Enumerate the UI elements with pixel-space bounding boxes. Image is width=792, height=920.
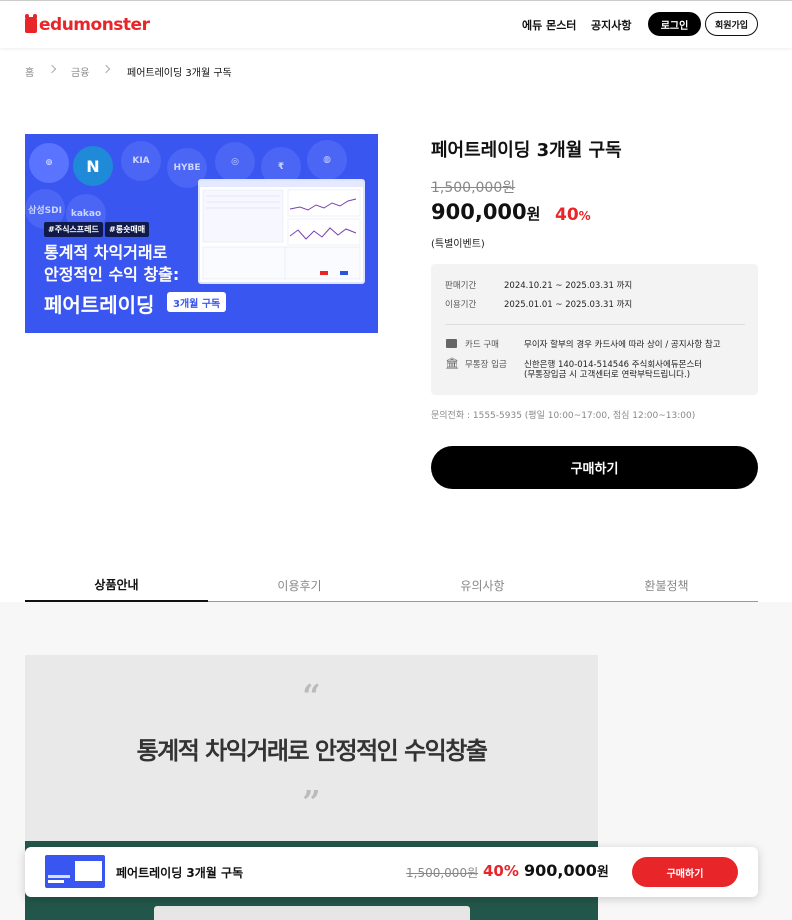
sticky-buy-button[interactable]: 구매하기 [632,857,738,887]
sticky-title: 페어트레이딩 3개월 구독 [116,866,244,880]
logo-text: edumonster [39,15,150,35]
brand-logo-icon: ◎ [215,142,255,182]
close-quote-icon: ” [302,783,321,821]
tab-refund-policy[interactable]: 환불정책 [575,568,758,602]
bank-label: 무통장 입금 [465,360,507,370]
brand-logo-icon: ◍ [307,140,347,180]
tab-bar: 상품안내 이용후기 유의사항 환불정책 [25,568,758,602]
content-headline: 통계적 차익거래로 안정적인 수익창출 [136,737,488,765]
buy-button[interactable]: 구매하기 [431,446,758,489]
thumbnail-image-icon [48,861,102,883]
card-value: 무이자 할부의 경우 카드사에 따라 상이 / 공지사항 참고 [524,340,721,350]
hero-line-1: 통계적 차익거래로 [44,243,168,262]
discount-unit: % [578,209,591,223]
logo[interactable]: edumonster [25,14,150,36]
purchase-info-box: 판매기간 2024.10.21 ~ 2025.03.31 까지 이용기간 202… [431,264,758,395]
tab-notices[interactable]: 유의사항 [391,568,574,602]
sticky-thumbnail [45,855,105,888]
nav-edumonster[interactable]: 에듀 몬스터 [522,17,576,33]
nav-notice[interactable]: 공지사항 [591,17,631,33]
sale-price-amount: 900,000 [431,200,527,224]
info-divider [445,324,745,325]
use-period-value: 2025.01.01 ~ 2025.03.31 까지 [504,300,633,310]
tab-product-info[interactable]: 상품안내 [25,568,208,602]
use-period-label: 이용기간 [445,300,477,310]
discount-rate: 40% [555,205,591,225]
monster-logo-icon [25,14,37,33]
join-button[interactable]: 회원가입 [705,12,758,36]
product-title: 페어트레이딩 3개월 구독 [431,140,622,161]
original-price: 1,500,000원 [431,180,516,196]
sticky-price: 900,000원 [524,861,609,880]
hero-tag: #주식스프레드 [44,222,103,237]
discount-value: 40 [555,205,579,225]
hero-badge: 3개월 구독 [167,292,227,312]
sale-price-unit: 원 [526,205,541,223]
bank-note: (무통장입금 시 고객센터로 연락부탁드립니다.) [524,370,691,380]
breadcrumb-current: 페어트레이딩 3개월 구독 [127,68,232,79]
breadcrumb-finance[interactable]: 금융 [71,64,89,79]
trading-chart-icon [200,181,363,280]
login-button[interactable]: 로그인 [648,12,701,36]
breadcrumb-home[interactable]: 홈 [25,64,34,79]
sale-period-label: 판매기간 [445,281,477,291]
event-note: (특별이벤트) [431,239,485,250]
sale-period-value: 2024.10.21 ~ 2025.03.31 까지 [504,281,633,291]
content-inner-panel [154,906,470,920]
sale-price: 900,000원 [431,200,540,224]
site-header: edumonster 에듀 몬스터 공지사항 로그인 회원가입 [0,1,792,48]
naver-logo-icon: N [73,146,113,186]
sticky-price-amount: 900,000 [524,861,597,880]
hero-line-2: 안정적인 수익 창출: [44,265,180,284]
credit-card-icon [446,339,457,348]
chevron-right-icon [101,64,111,74]
contact-info: 문의전화 : 1555-5935 (평일 10:00~17:00, 점심 12:… [431,411,696,421]
sticky-original-price: 1,500,000원 [406,866,479,880]
hero-headline: 페어트레이딩 [44,293,155,317]
open-quote-icon: “ [302,677,321,715]
product-image: ⊚ N KIA HYBE ◎ ₹ ◍ 삼성SDI kakao #주식스프레드 #… [25,134,378,333]
tab-reviews[interactable]: 이용후기 [208,568,391,602]
sticky-purchase-bar: 페어트레이딩 3개월 구독 1,500,000원 40% 900,000원 구매… [25,847,758,897]
trading-app-screenshot [198,179,365,284]
sticky-price-unit: 원 [596,865,609,880]
chevron-right-icon [47,64,57,74]
bank-icon: 🏛 [445,357,459,370]
kia-logo-icon: KIA [121,141,161,181]
card-label: 카드 구매 [465,340,499,350]
brand-logo-icon: ⊚ [29,143,69,183]
hero-copy: 통계적 차익거래로 안정적인 수익 창출: [44,242,179,286]
sticky-discount: 40% [483,862,519,880]
hero-tag: #롱숏매매 [105,222,150,237]
